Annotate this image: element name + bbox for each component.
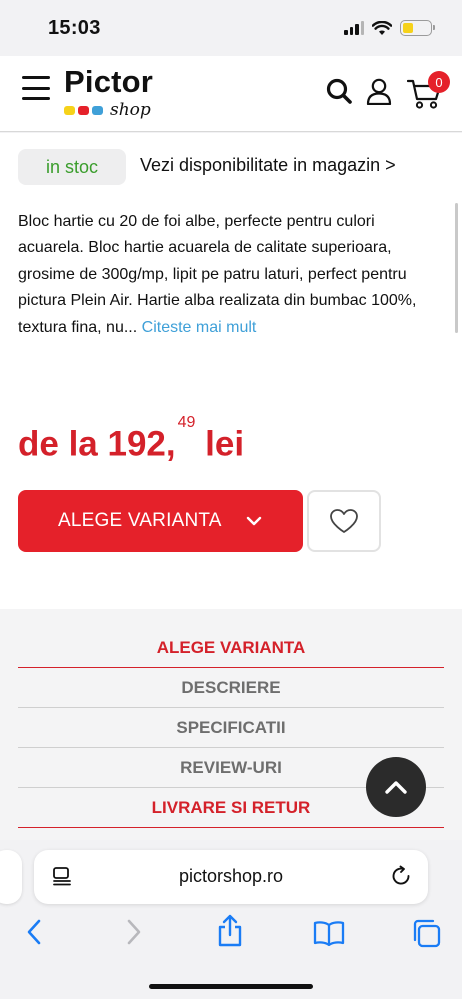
cellular-signal-icon (344, 21, 364, 35)
tab-description[interactable]: DESCRIERE (18, 668, 444, 708)
chevron-up-icon (385, 781, 407, 794)
url-text: pictorshop.ro (178, 866, 284, 886)
back-arrow-icon[interactable] (24, 918, 44, 946)
page-scrollbar[interactable] (455, 203, 458, 333)
previous-tab-preview[interactable] (0, 850, 22, 904)
address-bar[interactable]: pictorshop.ro (34, 850, 428, 904)
store-availability-link[interactable]: Vezi disponibilitate in magazin > (140, 155, 396, 176)
browser-toolbar: pictorshop.ro (0, 840, 462, 999)
stock-status-badge: in stoc (18, 149, 126, 185)
tab-choose-variant[interactable]: ALEGE VARIANTA (18, 628, 444, 668)
choose-variant-label: ALEGE VARIANTA (58, 510, 222, 531)
product-content: in stoc Vezi disponibilitate in magazin … (0, 133, 462, 609)
home-indicator[interactable] (149, 984, 313, 989)
wifi-icon (372, 20, 392, 35)
price-amount: de la 192, (18, 424, 176, 464)
user-account-icon[interactable] (366, 78, 392, 105)
pictor-shop-logo[interactable]: Pictor shop (64, 66, 164, 120)
share-icon[interactable] (216, 914, 244, 948)
bookmarks-icon[interactable] (313, 920, 345, 946)
tab-specifications[interactable]: SPECIFICATII (18, 708, 444, 748)
product-price: de la 192,49 lei (18, 414, 245, 465)
add-to-wishlist-button[interactable] (307, 490, 381, 552)
status-time: 15:03 (48, 17, 101, 39)
cart-count-badge: 0 (428, 71, 450, 93)
choose-variant-button[interactable]: ALEGE VARIANTA (18, 490, 303, 552)
battery-icon (400, 20, 435, 36)
logo-text: Pictor (64, 64, 154, 99)
menu-icon[interactable] (22, 76, 50, 100)
back-to-top-button[interactable] (366, 757, 426, 817)
description-text: Bloc hartie cu 20 de foi albe, perfecte … (18, 213, 417, 336)
price-currency: lei (205, 424, 245, 464)
heart-icon (330, 509, 358, 533)
chevron-down-icon (246, 516, 262, 526)
read-more-link[interactable]: Citeste mai mult (142, 319, 257, 336)
status-bar: 15:03 (0, 0, 462, 56)
site-header: Pictor shop 0 (0, 56, 462, 132)
product-description: Bloc hartie cu 20 de foi albe, perfecte … (18, 209, 442, 341)
logo-subtext: shop (110, 100, 151, 120)
forward-arrow-icon[interactable] (124, 918, 144, 946)
search-icon[interactable] (326, 78, 352, 104)
reload-icon[interactable] (390, 865, 412, 887)
status-icons (344, 20, 435, 36)
tabs-overview-icon[interactable] (411, 918, 441, 948)
price-cents: 49 (177, 414, 196, 431)
